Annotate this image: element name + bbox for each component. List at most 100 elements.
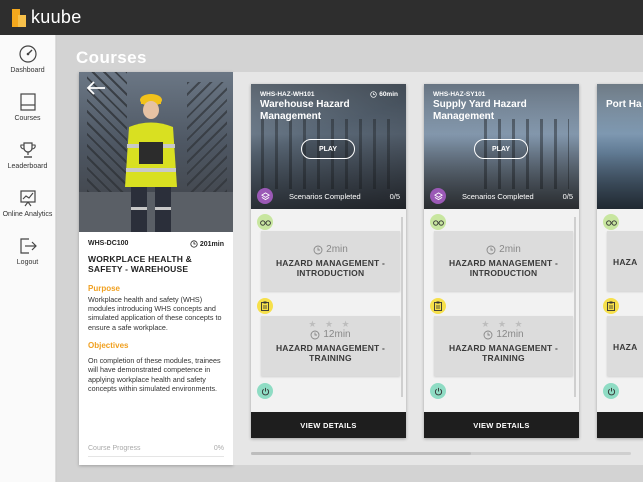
scenarios-label: Scenarios Completed bbox=[289, 191, 361, 201]
module-header-image: WHS-HAZ-SY101 Supply Yard Hazard Managem… bbox=[424, 84, 579, 209]
scenario-card[interactable]: HAZA bbox=[607, 231, 643, 291]
scenario-duration: 12min bbox=[496, 329, 524, 340]
trophy-icon bbox=[19, 142, 36, 158]
module-title: Port Ha bbox=[606, 99, 642, 110]
horizontal-scrollbar[interactable] bbox=[251, 452, 631, 455]
scenario-name: HAZARD MANAGEMENT - INTRODUCTION bbox=[448, 258, 559, 278]
sidebar-label: Online Analytics bbox=[2, 211, 53, 218]
top-bar: kuube bbox=[0, 0, 643, 35]
scenario-list[interactable]: 2min HAZARD MANAGEMENT - INTRODUCTION ★ … bbox=[251, 209, 406, 412]
scenarios-count: 0/5 bbox=[562, 191, 573, 201]
module-card: Port Ha HAZA HAZA bbox=[597, 84, 643, 438]
glasses-icon bbox=[257, 214, 273, 230]
gauge-icon bbox=[18, 45, 37, 63]
scenario-duration: 12min bbox=[323, 329, 351, 340]
glasses-icon bbox=[430, 214, 446, 230]
objectives-text: On completion of these modules, trainees… bbox=[88, 355, 221, 394]
power-icon bbox=[430, 383, 446, 399]
scenario-duration: 2min bbox=[499, 244, 521, 255]
module-header-image: WHS-HAZ-WH101 60min Warehouse Hazard Man… bbox=[251, 84, 406, 209]
sidebar-label: Courses bbox=[14, 115, 41, 122]
clock-icon bbox=[486, 245, 496, 254]
main-content: Courses WHS-DC100 201min WORKPLACE HEALT… bbox=[57, 35, 643, 482]
chart-icon bbox=[19, 190, 36, 207]
module-code: WHS-HAZ-WH101 bbox=[260, 91, 315, 98]
course-progress-label: Course Progress bbox=[88, 445, 141, 452]
layers-icon bbox=[430, 188, 446, 204]
purpose-text: Workplace health and safety (WHS) module… bbox=[88, 294, 222, 332]
module-card: WHS-HAZ-WH101 60min Warehouse Hazard Man… bbox=[251, 84, 406, 438]
sidebar-label: Logout bbox=[16, 259, 39, 266]
sidebar-item-leaderboard[interactable]: Leaderboard bbox=[0, 131, 55, 179]
scenarios-count: 0/5 bbox=[389, 191, 400, 201]
clock-icon bbox=[190, 240, 198, 248]
scenario-name: HAZARD MANAGEMENT - TRAINING bbox=[448, 343, 559, 363]
module-card: WHS-HAZ-SY101 Supply Yard Hazard Managem… bbox=[424, 84, 579, 438]
course-overview-card: WHS-DC100 201min WORKPLACE HEALTH & SAFE… bbox=[79, 72, 233, 465]
book-icon bbox=[19, 93, 36, 111]
scenario-name: HAZARD MANAGEMENT - INTRODUCTION bbox=[275, 258, 386, 278]
module-carousel[interactable]: WHS-HAZ-WH101 60min Warehouse Hazard Man… bbox=[233, 72, 643, 465]
play-button[interactable]: PLAY bbox=[301, 139, 355, 159]
power-icon bbox=[257, 383, 273, 399]
clipboard-icon bbox=[430, 298, 446, 314]
course-title: WORKPLACE HEALTH & SAFETY - WAREHOUSE bbox=[88, 254, 193, 274]
scenario-card[interactable]: ★ ★ ★ 12min HAZARD MANAGEMENT - TRAINING bbox=[261, 316, 400, 376]
scenario-card[interactable]: ★ ★ ★ 12min HAZARD MANAGEMENT - TRAINING bbox=[434, 316, 573, 376]
scenario-name: HAZA bbox=[613, 257, 638, 267]
scenarios-completed: Scenarios Completed 0/5 bbox=[251, 183, 406, 209]
scenario-card[interactable]: 2min HAZARD MANAGEMENT - INTRODUCTION bbox=[434, 231, 573, 291]
sidebar-item-online-analytics[interactable]: Online Analytics bbox=[0, 179, 55, 227]
course-hero-image bbox=[79, 72, 233, 232]
scrollbar-thumb[interactable] bbox=[251, 452, 471, 455]
star-rating: ★ ★ ★ bbox=[481, 319, 526, 329]
objectives-heading: Objectives bbox=[88, 340, 129, 350]
glasses-icon bbox=[603, 214, 619, 230]
star-rating bbox=[261, 234, 400, 244]
course-duration: 201min bbox=[199, 240, 224, 248]
logout-icon bbox=[19, 238, 37, 254]
layers-icon bbox=[257, 188, 273, 204]
sidebar-label: Dashboard bbox=[10, 67, 45, 74]
sidebar-item-courses[interactable]: Courses bbox=[0, 83, 55, 131]
scenarios-completed: Scenarios Completed 0/5 bbox=[424, 183, 579, 209]
scrollbar[interactable] bbox=[401, 217, 403, 397]
purpose-heading: Purpose bbox=[88, 283, 121, 293]
view-details-button[interactable]: VIEW DETAILS bbox=[251, 412, 406, 438]
sidebar-item-logout[interactable]: Logout bbox=[0, 227, 55, 275]
back-arrow-icon[interactable] bbox=[85, 80, 107, 96]
scenario-duration: 2min bbox=[326, 244, 348, 255]
kuube-logo-icon bbox=[12, 8, 26, 27]
view-details-button[interactable] bbox=[597, 412, 643, 438]
star-rating: ★ ★ ★ bbox=[308, 319, 353, 329]
clock-icon bbox=[370, 91, 377, 98]
clipboard-icon bbox=[603, 298, 619, 314]
clock-icon bbox=[313, 245, 323, 254]
scenario-card[interactable]: 2min HAZARD MANAGEMENT - INTRODUCTION bbox=[261, 231, 400, 291]
scenario-list[interactable]: 2min HAZARD MANAGEMENT - INTRODUCTION ★ … bbox=[424, 209, 579, 412]
sidebar-item-dashboard[interactable]: Dashboard bbox=[0, 35, 55, 83]
course-progress-value: 0% bbox=[213, 445, 224, 452]
sidebar-label: Leaderboard bbox=[7, 163, 48, 170]
module-duration: 60min bbox=[379, 91, 398, 98]
course-code: WHS-DC100 bbox=[88, 240, 129, 247]
module-title: Warehouse Hazard Management bbox=[260, 99, 350, 122]
scenario-name: HAZA bbox=[613, 342, 638, 352]
view-details-button[interactable]: VIEW DETAILS bbox=[424, 412, 579, 438]
module-title: Supply Yard Hazard Management bbox=[433, 99, 527, 122]
scenario-name: HAZARD MANAGEMENT - TRAINING bbox=[275, 343, 386, 363]
page-title: Courses bbox=[76, 48, 147, 67]
clipboard-icon bbox=[257, 298, 273, 314]
scenario-list[interactable]: HAZA HAZA bbox=[597, 209, 643, 412]
scenario-card[interactable]: HAZA bbox=[607, 316, 643, 376]
play-button[interactable]: PLAY bbox=[474, 139, 528, 159]
course-progress: Course Progress 0% bbox=[88, 445, 224, 457]
power-icon bbox=[603, 383, 619, 399]
scenarios-label: Scenarios Completed bbox=[462, 191, 534, 201]
app-logo-text: kuube bbox=[31, 7, 82, 27]
module-header-image: Port Ha bbox=[597, 84, 643, 209]
scrollbar[interactable] bbox=[574, 217, 576, 397]
module-code: WHS-HAZ-SY101 bbox=[433, 91, 486, 98]
star-rating bbox=[434, 234, 573, 244]
sidebar: Dashboard Courses Leaderboard Online Ana… bbox=[0, 35, 56, 482]
